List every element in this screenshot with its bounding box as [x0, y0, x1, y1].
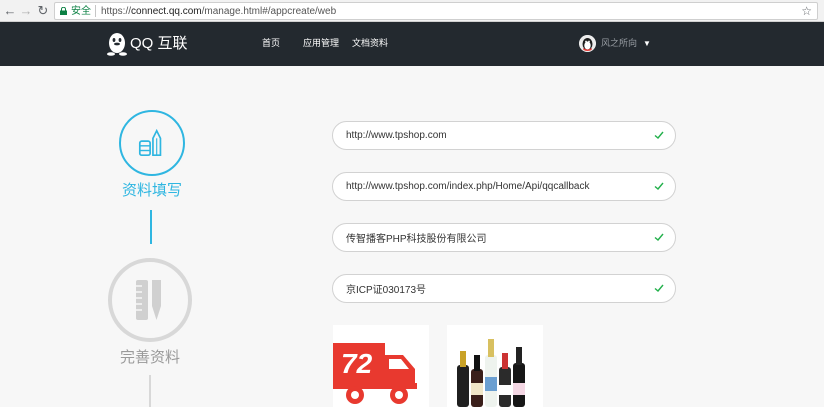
- wine-bottles-image[interactable]: [447, 325, 543, 407]
- nav-home[interactable]: 首页: [262, 37, 280, 50]
- step-fill-info-label: 资料填写: [121, 182, 182, 199]
- check-icon: [654, 233, 664, 241]
- website-url-input[interactable]: [346, 122, 646, 149]
- bookmark-star-icon[interactable]: ☆: [801, 3, 812, 19]
- url-path: /manage.html#/appcreate/web: [201, 6, 337, 17]
- step-connector-inactive: [149, 375, 151, 407]
- user-avatar-icon: [579, 35, 596, 52]
- wine-bottles-icon: [457, 339, 525, 407]
- delivery-truck-icon: 72: [333, 343, 417, 404]
- address-bar[interactable]: 安全 https://connect.qq.com/manage.html#/a…: [54, 2, 818, 20]
- lock-icon: [60, 7, 67, 15]
- provider-name-input[interactable]: [346, 224, 646, 251]
- url-host: connect.qq.com: [131, 6, 202, 17]
- reload-icon[interactable]: ↻: [36, 3, 50, 19]
- forward-arrow-icon[interactable]: →: [19, 3, 33, 19]
- url-text[interactable]: https://connect.qq.com/manage.html#/appc…: [101, 5, 336, 18]
- step-complete-info-circle: [108, 258, 192, 342]
- check-icon: [654, 182, 664, 190]
- provider-name-field[interactable]: [332, 223, 676, 252]
- ruler-pen-icon: [136, 280, 161, 320]
- back-arrow-icon[interactable]: ←: [3, 3, 17, 19]
- website-url-field[interactable]: [332, 121, 676, 150]
- address-separator: [95, 5, 96, 17]
- step-connector-active: [150, 210, 152, 244]
- icp-number-field[interactable]: [332, 274, 676, 303]
- avatar[interactable]: [579, 35, 596, 52]
- pen-eraser-icon: [138, 128, 162, 157]
- callback-url-input[interactable]: [346, 173, 646, 200]
- truck-badge-text: 72: [341, 348, 373, 379]
- step-fill-info-circle: [119, 110, 185, 176]
- check-icon: [654, 131, 664, 139]
- callback-url-field[interactable]: [332, 172, 676, 201]
- nav-documentation[interactable]: 文档资料: [352, 37, 388, 50]
- nav-app-management[interactable]: 应用管理: [303, 37, 339, 50]
- url-scheme: https://: [101, 6, 132, 17]
- dropdown-caret-icon[interactable]: ▼: [643, 37, 651, 50]
- browser-toolbar: ← → ↻ 安全 https://connect.qq.com/manage.h…: [0, 0, 824, 22]
- step-complete-info-label: 完善资料: [119, 349, 180, 366]
- icp-number-input[interactable]: [346, 275, 646, 302]
- username[interactable]: 风之所向: [601, 37, 637, 50]
- check-icon: [654, 284, 664, 292]
- brand-name[interactable]: QQ 互联: [130, 35, 188, 53]
- delivery-truck-image[interactable]: 72: [333, 325, 429, 407]
- secure-label: 安全: [71, 6, 91, 17]
- site-header: QQ 互联 首页 应用管理 文档资料 风之所向 ▼: [0, 22, 824, 66]
- qq-penguin-logo-icon[interactable]: [106, 32, 128, 56]
